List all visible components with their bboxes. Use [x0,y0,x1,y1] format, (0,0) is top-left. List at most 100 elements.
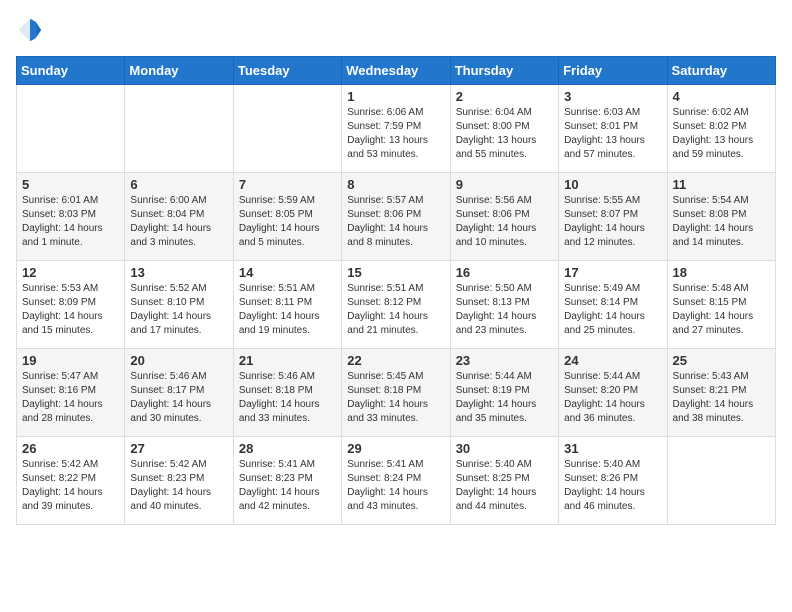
day-info: Sunrise: 5:41 AMSunset: 8:24 PMDaylight:… [347,458,444,514]
day-info: Sunrise: 5:52 AMSunset: 8:10 PMDaylight:… [130,282,227,338]
calendar-cell: 31 Sunrise: 5:40 AMSunset: 8:26 PMDayligh… [559,437,667,525]
day-info: Sunrise: 5:40 AMSunset: 8:26 PMDaylight:… [564,458,661,514]
day-number: 15 [347,265,444,280]
calendar-cell [125,85,233,173]
day-info: Sunrise: 5:51 AMSunset: 8:12 PMDaylight:… [347,282,444,338]
day-header-tuesday: Tuesday [233,57,341,85]
calendar-cell: 16Sunrise: 5:50 AMSunset: 8:13 PMDayligh… [450,261,558,349]
calendar-cell: 13 Sunrise: 5:52 AMSunset: 8:10 PMDayligh… [125,261,233,349]
day-number: 31 [564,441,661,456]
calendar-cell: 29Sunrise: 5:41 AMSunset: 8:24 PMDayligh… [342,437,450,525]
calendar-week-4: 19 Sunrise: 5:47 AMSunset: 8:16 PMDayligh… [17,349,776,437]
day-info: Sunrise: 5:54 AMSunset: 8:08 PMDaylight:… [673,194,770,250]
calendar-cell: 23 Sunrise: 5:44 AMSunset: 8:19 PMDayligh… [450,349,558,437]
day-info: Sunrise: 5:43 AMSunset: 8:21 PMDaylight:… [673,370,770,426]
calendar-cell: 19 Sunrise: 5:47 AMSunset: 8:16 PMDayligh… [17,349,125,437]
page-header [16,16,776,44]
day-info: Sunrise: 5:59 AMSunset: 8:05 PMDaylight:… [239,194,336,250]
calendar-cell: 4Sunrise: 6:02 AMSunset: 8:02 PMDaylight… [667,85,775,173]
calendar-header-row: SundayMondayTuesdayWednesdayThursdayFrid… [17,57,776,85]
day-info: Sunrise: 6:01 AMSunset: 8:03 PMDaylight:… [22,194,119,250]
calendar-cell: 10 Sunrise: 5:55 AMSunset: 8:07 PMDayligh… [559,173,667,261]
calendar-cell: 20 Sunrise: 5:46 AMSunset: 8:17 PMDayligh… [125,349,233,437]
calendar-cell: 28 Sunrise: 5:41 AMSunset: 8:23 PMDayligh… [233,437,341,525]
calendar-cell [667,437,775,525]
day-number: 1 [347,89,444,104]
day-header-monday: Monday [125,57,233,85]
day-number: 26 [22,441,119,456]
day-header-friday: Friday [559,57,667,85]
day-header-saturday: Saturday [667,57,775,85]
calendar-cell: 22 Sunrise: 5:45 AMSunset: 8:18 PMDayligh… [342,349,450,437]
day-number: 10 [564,177,661,192]
day-info: Sunrise: 5:42 AMSunset: 8:23 PMDaylight:… [130,458,227,514]
day-info: Sunrise: 5:44 AMSunset: 8:20 PMDaylight:… [564,370,661,426]
day-number: 30 [456,441,553,456]
day-info: Sunrise: 5:47 AMSunset: 8:16 PMDaylight:… [22,370,119,426]
day-number: 24 [564,353,661,368]
calendar-cell: 2Sunrise: 6:04 AMSunset: 8:00 PMDaylight… [450,85,558,173]
calendar-cell: 9 Sunrise: 5:56 AMSunset: 8:06 PMDaylight… [450,173,558,261]
calendar-cell [17,85,125,173]
day-info: Sunrise: 6:00 AMSunset: 8:04 PMDaylight:… [130,194,227,250]
day-info: Sunrise: 5:40 AMSunset: 8:25 PMDaylight:… [456,458,553,514]
day-number: 13 [130,265,227,280]
day-info: Sunrise: 5:42 AMSunset: 8:22 PMDaylight:… [22,458,119,514]
day-number: 19 [22,353,119,368]
calendar-week-5: 26 Sunrise: 5:42 AMSunset: 8:22 PMDayligh… [17,437,776,525]
calendar-cell: 25 Sunrise: 5:43 AMSunset: 8:21 PMDayligh… [667,349,775,437]
day-info: Sunrise: 6:02 AMSunset: 8:02 PMDaylight:… [673,106,770,162]
day-info: Sunrise: 5:46 AMSunset: 8:17 PMDaylight:… [130,370,227,426]
calendar-cell [233,85,341,173]
calendar-cell: 6 Sunrise: 6:00 AMSunset: 8:04 PMDaylight… [125,173,233,261]
calendar-cell: 3 Sunrise: 6:03 AMSunset: 8:01 PMDaylight… [559,85,667,173]
day-info: Sunrise: 5:53 AMSunset: 8:09 PMDaylight:… [22,282,119,338]
day-number: 5 [22,177,119,192]
calendar-cell: 21Sunrise: 5:46 AMSunset: 8:18 PMDayligh… [233,349,341,437]
day-number: 28 [239,441,336,456]
calendar-cell: 18Sunrise: 5:48 AMSunset: 8:15 PMDayligh… [667,261,775,349]
day-info: Sunrise: 5:45 AMSunset: 8:18 PMDaylight:… [347,370,444,426]
day-header-thursday: Thursday [450,57,558,85]
day-info: Sunrise: 5:51 AMSunset: 8:11 PMDaylight:… [239,282,336,338]
day-info: Sunrise: 5:44 AMSunset: 8:19 PMDaylight:… [456,370,553,426]
day-header-sunday: Sunday [17,57,125,85]
day-number: 8 [347,177,444,192]
calendar-cell: 11 Sunrise: 5:54 AMSunset: 8:08 PMDayligh… [667,173,775,261]
day-number: 9 [456,177,553,192]
day-number: 20 [130,353,227,368]
calendar-cell: 14 Sunrise: 5:51 AMSunset: 8:11 PMDayligh… [233,261,341,349]
day-number: 6 [130,177,227,192]
day-number: 11 [673,177,770,192]
day-number: 14 [239,265,336,280]
day-number: 3 [564,89,661,104]
day-info: Sunrise: 5:55 AMSunset: 8:07 PMDaylight:… [564,194,661,250]
calendar-week-2: 5 Sunrise: 6:01 AMSunset: 8:03 PMDaylight… [17,173,776,261]
day-number: 12 [22,265,119,280]
logo-icon [16,16,44,44]
day-info: Sunrise: 5:41 AMSunset: 8:23 PMDaylight:… [239,458,336,514]
calendar-cell: 17 Sunrise: 5:49 AMSunset: 8:14 PMDayligh… [559,261,667,349]
calendar-cell: 1 Sunrise: 6:06 AMSunset: 7:59 PMDaylight… [342,85,450,173]
day-info: Sunrise: 5:57 AMSunset: 8:06 PMDaylight:… [347,194,444,250]
day-info: Sunrise: 5:49 AMSunset: 8:14 PMDaylight:… [564,282,661,338]
day-info: Sunrise: 5:48 AMSunset: 8:15 PMDaylight:… [673,282,770,338]
day-number: 27 [130,441,227,456]
day-info: Sunrise: 5:56 AMSunset: 8:06 PMDaylight:… [456,194,553,250]
calendar-cell: 30 Sunrise: 5:40 AMSunset: 8:25 PMDayligh… [450,437,558,525]
calendar-cell: 15 Sunrise: 5:51 AMSunset: 8:12 PMDayligh… [342,261,450,349]
day-number: 23 [456,353,553,368]
day-info: Sunrise: 6:03 AMSunset: 8:01 PMDaylight:… [564,106,661,162]
calendar-cell: 5 Sunrise: 6:01 AMSunset: 8:03 PMDaylight… [17,173,125,261]
day-header-wednesday: Wednesday [342,57,450,85]
day-number: 25 [673,353,770,368]
calendar-week-3: 12 Sunrise: 5:53 AMSunset: 8:09 PMDayligh… [17,261,776,349]
day-number: 22 [347,353,444,368]
day-info: Sunrise: 6:06 AMSunset: 7:59 PMDaylight:… [347,106,444,162]
day-info: Sunrise: 5:46 AMSunset: 8:18 PMDaylight:… [239,370,336,426]
day-number: 17 [564,265,661,280]
logo [16,16,48,44]
calendar-cell: 27 Sunrise: 5:42 AMSunset: 8:23 PMDayligh… [125,437,233,525]
day-info: Sunrise: 5:50 AMSunset: 8:13 PMDaylight:… [456,282,553,338]
calendar-cell: 24 Sunrise: 5:44 AMSunset: 8:20 PMDayligh… [559,349,667,437]
